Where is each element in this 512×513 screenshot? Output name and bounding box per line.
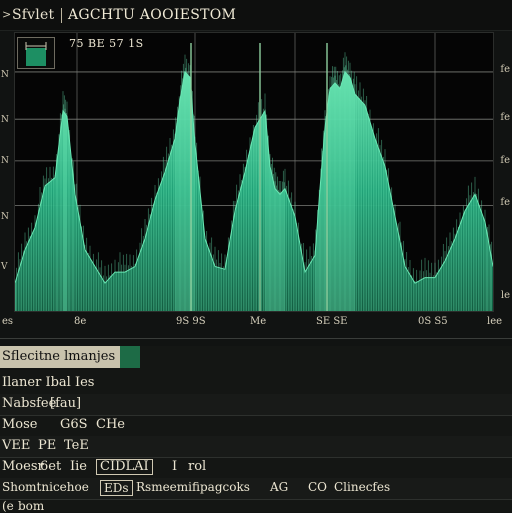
- right-axis-tick: fe: [500, 155, 510, 166]
- divider: [0, 338, 512, 339]
- info-row-value: Clinecfes: [334, 480, 391, 494]
- info-panel: Sflecitne lmanjes Ilaner Ibal Ies Nabsfe…: [0, 346, 512, 513]
- info-row-value: G6S: [60, 417, 88, 432]
- info-row[interactable]: (e bom: [0, 499, 512, 513]
- left-axis-tick: N: [1, 115, 9, 125]
- info-row-value: [fau]: [50, 396, 82, 411]
- info-row-value: AG: [270, 480, 289, 494]
- info-row[interactable]: Nabsfee [fau]: [0, 394, 512, 416]
- value-box[interactable]: CIDLAI: [96, 459, 153, 475]
- x-tick-label: es: [2, 316, 14, 327]
- info-row-label: (e: [2, 499, 14, 513]
- info-row[interactable]: Ilaner Ibal Ies: [0, 373, 512, 395]
- chevron-right-icon: >: [2, 8, 12, 21]
- info-row-value: bom: [18, 499, 45, 513]
- title-bar: > Sfvlet AGCHTU AOOIESTOM: [0, 0, 512, 31]
- info-row-value: I: [172, 459, 178, 474]
- info-row-value: EDs: [100, 480, 133, 496]
- info-row-value: CHe: [96, 417, 125, 432]
- overview-thumbnail[interactable]: [17, 37, 55, 69]
- title-separator: [61, 8, 62, 23]
- info-row-label: Ilaner Ibal Ies: [2, 375, 95, 390]
- info-row[interactable]: VEE PE TeE: [0, 436, 512, 458]
- info-row[interactable]: Moesr 6et Iie CIDLAI I rol: [0, 457, 512, 479]
- info-row-label: VEE: [2, 438, 31, 453]
- x-tick-label: SE SE: [316, 316, 348, 327]
- x-tick-label: Me: [250, 316, 267, 327]
- info-row-value: PE: [38, 438, 57, 453]
- left-axis-tick: V: [1, 262, 8, 272]
- info-row-label: Moesr: [2, 459, 44, 474]
- left-axis-tick: N: [1, 70, 9, 80]
- info-row-value: Iie: [70, 459, 87, 474]
- right-axis-tick: fe: [500, 197, 510, 208]
- info-row-value: 6et: [40, 459, 62, 474]
- info-row-label: Mose: [2, 417, 38, 432]
- x-tick-label: 8e: [74, 316, 87, 327]
- value-box[interactable]: EDs: [100, 480, 133, 496]
- app-name: Sfvlet: [12, 7, 55, 23]
- left-axis-tick: N: [1, 156, 9, 166]
- overview-thumbnail-graphic: [25, 42, 47, 66]
- panel-header-label: Sflecitne lmanjes: [2, 349, 116, 364]
- panel-header[interactable]: Sflecitne lmanjes: [0, 346, 140, 368]
- plot-readout: 75 BE 57 1S: [69, 37, 144, 50]
- info-row-label: Nabsfee: [2, 396, 57, 411]
- info-row-value: TeE: [64, 438, 89, 453]
- info-row-value: CO: [308, 480, 328, 494]
- right-axis-tick: fe: [500, 112, 510, 123]
- waveform-plot[interactable]: 75 BE 57 1S: [14, 32, 494, 312]
- info-row[interactable]: Mose G6S CHe: [0, 415, 512, 437]
- info-row-label: Shomtnicehoe: [2, 480, 89, 494]
- right-axis-tick: le: [500, 290, 510, 301]
- left-axis-tick: N: [1, 212, 9, 222]
- x-tick-label: 9S 9S: [176, 316, 206, 327]
- x-tick-label: lee: [487, 316, 503, 327]
- info-row-value: Rsmeemifipagcoks: [136, 480, 250, 494]
- info-row-value-text: fau: [55, 396, 77, 411]
- info-row[interactable]: Shomtnicehoe EDs Rsmeemifipagcoks AG CO …: [0, 478, 512, 500]
- x-axis: es 8e 9S 9S Me SE SE 0S S5 lee: [0, 316, 512, 334]
- info-row-value: rol: [188, 459, 207, 474]
- info-row-value: CIDLAI: [96, 459, 153, 475]
- right-axis-tick: fe: [500, 64, 510, 75]
- x-tick-label: 0S S5: [418, 316, 448, 327]
- window-title: AGCHTU AOOIESTOM: [68, 7, 237, 23]
- waveform-chart: [15, 33, 493, 311]
